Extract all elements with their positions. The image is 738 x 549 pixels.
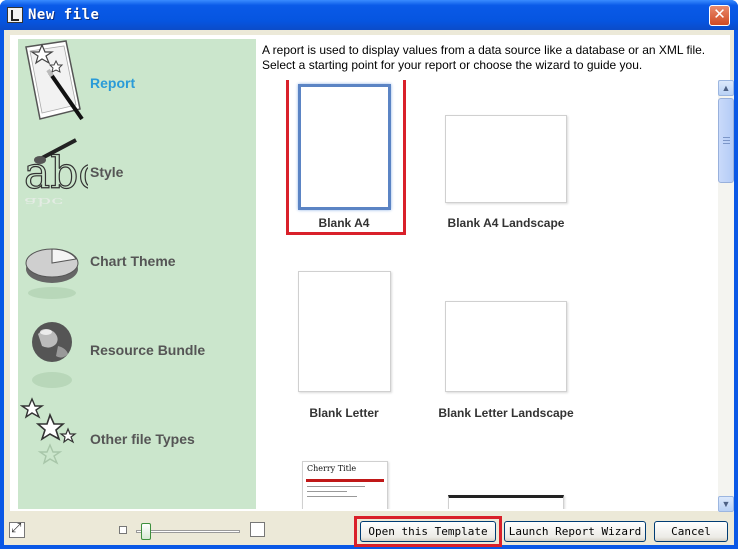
content-panel: Report abc abc Style	[10, 35, 734, 512]
template-thumbnail	[298, 84, 391, 210]
scroll-thumb[interactable]	[718, 98, 734, 183]
template-gallery: Blank A4 Blank A4 Landscape Blank Letter…	[262, 80, 716, 509]
template-thumbnail-title: Cherry Title	[307, 464, 357, 473]
template-scrollbar[interactable]: ▲ ▼	[718, 80, 734, 512]
zoom-track	[136, 530, 240, 533]
template-label: Blank A4	[318, 216, 370, 230]
style-icon: abc abc	[23, 138, 88, 208]
close-button[interactable]: ✕	[709, 5, 730, 26]
template-thumbnail	[445, 301, 567, 392]
description-line: Select a starting point for your report …	[262, 58, 643, 72]
scroll-down-button[interactable]: ▼	[718, 496, 734, 512]
dialog-footer: Open this Template Launch Report Wizard …	[4, 516, 734, 547]
sidebar-item-chart-theme[interactable]: Chart Theme	[18, 217, 256, 306]
template-label: Blank A4 Landscape	[447, 216, 565, 230]
resource-bundle-icon	[32, 322, 72, 388]
report-icon	[25, 40, 84, 121]
zoom-thumb[interactable]	[141, 523, 151, 540]
template-thumbnail	[445, 115, 567, 203]
template-label: Blank Letter Landscape	[438, 406, 574, 420]
sidebar-item-label: Resource Bundle	[90, 342, 206, 358]
template-thumbnail: Cherry Title	[302, 461, 388, 509]
sidebar-item-label: Style	[90, 164, 124, 180]
sidebar-item-style[interactable]: abc abc Style	[18, 128, 256, 217]
template-thumbnail	[298, 271, 391, 392]
other-file-types-icon	[20, 397, 77, 465]
zoom-slider[interactable]	[136, 523, 246, 540]
zoom-in-icon[interactable]	[250, 522, 265, 537]
template-label: Blank Letter	[309, 406, 379, 420]
launch-wizard-button[interactable]: Launch Report Wizard	[504, 521, 646, 542]
sidebar-item-label: Report	[90, 75, 136, 91]
scroll-up-button[interactable]: ▲	[718, 80, 734, 96]
sidebar-item-resource-bundle[interactable]: Resource Bundle	[18, 306, 256, 395]
svg-text:abc: abc	[24, 148, 88, 199]
window-title: New file	[28, 7, 100, 23]
zoom-out-icon[interactable]	[119, 526, 127, 534]
template-thumbnail	[448, 495, 564, 509]
expand-icon[interactable]	[9, 520, 25, 538]
dialog-description: A report is used to display values from …	[262, 43, 722, 73]
new-file-window: New file ✕ Report ab abc Style Chart The…	[0, 0, 738, 549]
cancel-button[interactable]: Cancel	[654, 521, 728, 542]
description-line: A report is used to display values from …	[262, 43, 706, 57]
app-icon	[7, 7, 23, 23]
svg-text:abc: abc	[24, 195, 63, 208]
sidebar-item-label: Chart Theme	[90, 253, 176, 269]
title-bar[interactable]: New file ✕	[0, 0, 738, 30]
category-sidebar: Report abc abc Style	[18, 39, 256, 509]
sidebar-item-report[interactable]: Report	[18, 39, 256, 128]
open-template-button[interactable]: Open this Template	[360, 521, 496, 542]
chart-theme-icon	[25, 248, 79, 299]
sidebar-item-other-file-types[interactable]: Other file Types	[18, 395, 256, 484]
sidebar-item-label: Other file Types	[90, 431, 195, 447]
dialog-body: Report abc abc Style	[4, 30, 734, 547]
